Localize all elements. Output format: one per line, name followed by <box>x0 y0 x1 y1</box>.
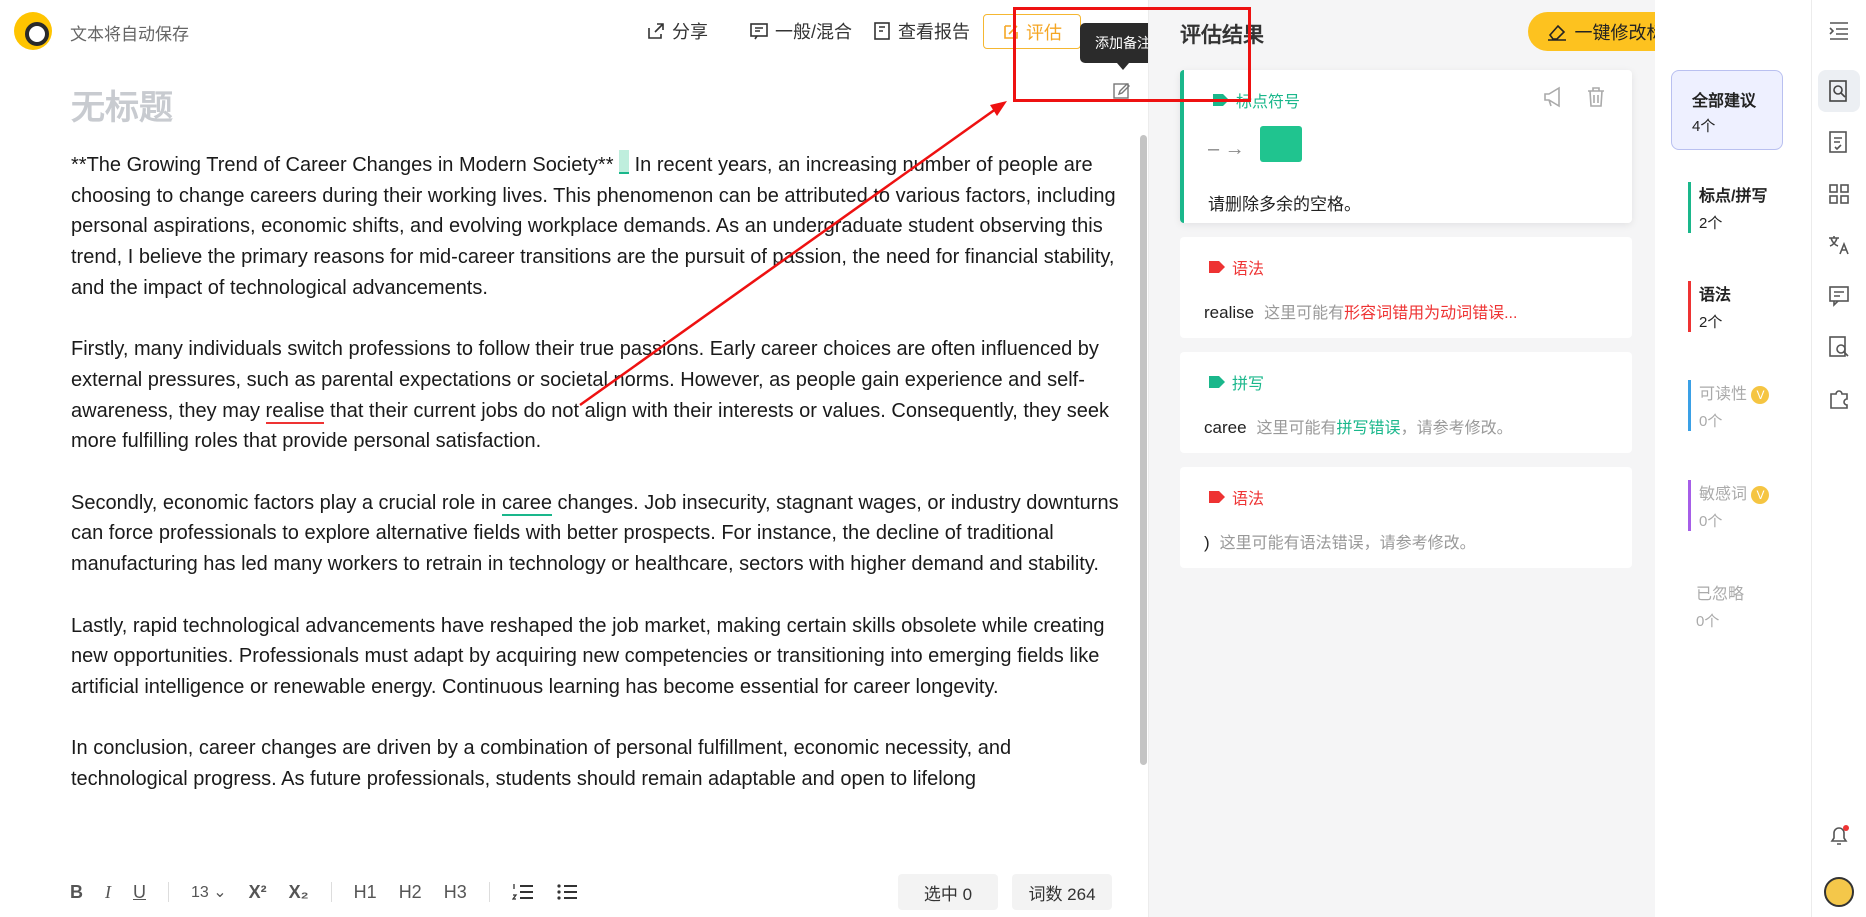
annotation-arrow <box>579 101 1007 407</box>
